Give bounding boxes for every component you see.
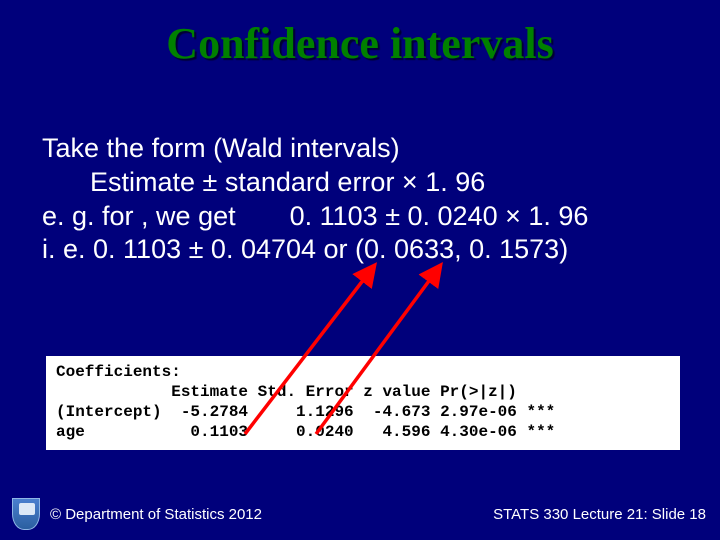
footer: © Department of Statistics 2012 STATS 33… [0, 494, 720, 540]
slide-number-text: STATS 330 Lecture 21: Slide 18 [493, 506, 706, 523]
line-3b: 0. 1103 ± 0. 0240 × 1. 96 [290, 201, 589, 231]
dept-logo-icon [12, 498, 40, 530]
line-3a: e. g. for , we get [42, 201, 236, 231]
coef-heading: Coefficients: [56, 363, 181, 381]
coef-header-row: Estimate Std. Error z value Pr(>|z|) [56, 383, 517, 401]
coef-row-age: age 0.1103 0.0240 4.596 4.30e-06 *** [56, 423, 555, 441]
body-text: Take the form (Wald intervals) Estimate … [42, 132, 678, 267]
coefficients-box: Coefficients: Estimate Std. Error z valu… [46, 356, 680, 450]
slide-title: Confidence intervals [0, 0, 720, 69]
line-1: Take the form (Wald intervals) [42, 132, 678, 166]
line-3: e. g. for , we get 0. 1103 ± 0. 0240 × 1.… [42, 200, 678, 234]
line-4: i. e. 0. 1103 ± 0. 04704 or (0. 0633, 0.… [42, 233, 678, 267]
callout-arrows [0, 0, 720, 540]
coef-row-intercept: (Intercept) -5.2784 1.1296 -4.673 2.97e-… [56, 403, 555, 421]
line-2: Estimate ± standard error × 1. 96 [42, 166, 678, 200]
copyright-text: © Department of Statistics 2012 [50, 506, 262, 523]
